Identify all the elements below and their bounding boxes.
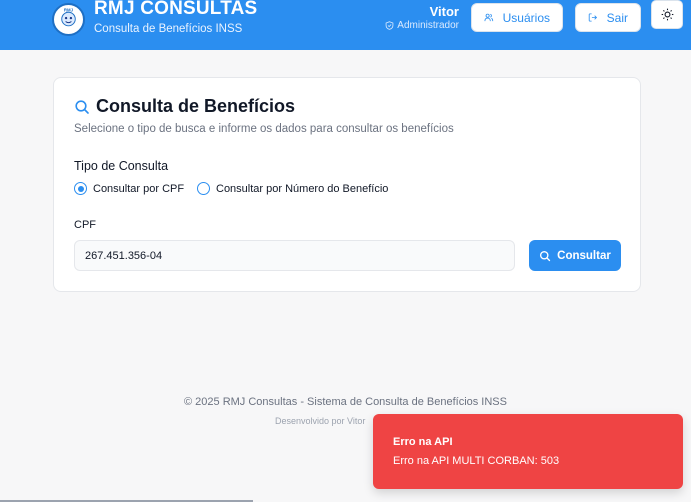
- logout-icon: [588, 13, 598, 22]
- consultar-button-label: Consultar: [557, 249, 611, 262]
- shield-check-icon: [385, 21, 394, 30]
- user-role-label: Administrador: [397, 20, 459, 31]
- users-button[interactable]: Usuários: [471, 3, 563, 32]
- radio-button[interactable]: [197, 182, 210, 195]
- theme-toggle-button[interactable]: [651, 0, 683, 29]
- error-toast[interactable]: Erro na API Erro na API MULTI CORBAN: 50…: [373, 414, 683, 489]
- cpf-input[interactable]: [74, 240, 515, 271]
- cpf-label: CPF: [74, 219, 96, 231]
- app-title: RMJ CONSULTAS: [94, 0, 258, 19]
- user-name: Vitor: [429, 4, 459, 19]
- card-subtitle: Selecione o tipo de busca e informe os d…: [74, 123, 454, 135]
- card-title-text: Consulta de Benefícios: [96, 96, 296, 116]
- app-header: RMJ RMJ CONSULTAS Consulta de Benefícios…: [0, 0, 691, 50]
- footer-developer: Desenvolvido por Vitor: [275, 416, 366, 426]
- user-role: Administrador: [385, 20, 459, 31]
- radio-button-selected[interactable]: [74, 182, 87, 195]
- logout-button[interactable]: Sair: [575, 3, 641, 32]
- radio-option-label: Consultar por Número do Benefício: [216, 182, 389, 195]
- search-icon: [75, 99, 89, 114]
- consulta-card: Consulta de Benefícios Selecione o tipo …: [53, 77, 641, 292]
- card-title: Consulta de Benefícios: [74, 96, 295, 117]
- users-button-label: Usuários: [502, 10, 550, 25]
- app-logo: RMJ: [52, 3, 85, 36]
- toast-title: Erro na API: [393, 436, 453, 448]
- toast-message: Erro na API MULTI CORBAN: 503: [393, 455, 560, 467]
- app-subtitle: Consulta de Benefícios INSS: [94, 23, 243, 35]
- footer-copyright: © 2025 RMJ Consultas - Sistema de Consul…: [184, 396, 507, 408]
- sun-icon: [661, 8, 673, 21]
- logo-mascot-icon: RMJ: [54, 5, 83, 34]
- search-icon: [540, 250, 551, 261]
- users-icon: [484, 13, 494, 22]
- consultar-button[interactable]: Consultar: [529, 240, 621, 271]
- consulta-type-label: Tipo de Consulta: [74, 159, 169, 173]
- radio-option-cpf[interactable]: Consultar por CPF: [74, 182, 184, 195]
- logout-button-label: Sair: [606, 10, 628, 25]
- radio-option-label: Consultar por CPF: [93, 182, 185, 195]
- radio-option-beneficio[interactable]: Consultar por Número do Benefício: [197, 182, 388, 195]
- svg-text:RMJ: RMJ: [64, 7, 74, 12]
